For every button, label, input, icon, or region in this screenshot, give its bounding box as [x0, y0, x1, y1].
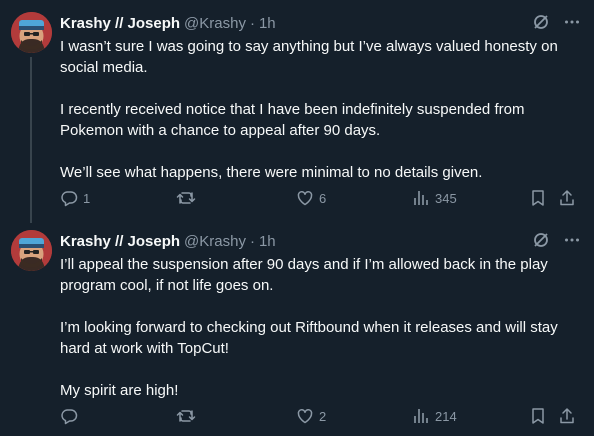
- header-icons: [532, 231, 580, 254]
- tweet-text: I wasn’t sure I was going to say anythin…: [60, 36, 580, 183]
- like-button[interactable]: 6: [296, 189, 326, 207]
- thread-connector-line: [30, 57, 32, 223]
- like-count: 6: [319, 190, 327, 206]
- tweet-paragraph: My spirit are high!: [60, 382, 179, 399]
- tweet-actions: 2 214: [60, 404, 580, 428]
- tweet-paragraph: I’m looking forward to checking out Rift…: [60, 319, 558, 357]
- tweet[interactable]: Krashy // Joseph @Krashy · 1h I wasn’t s…: [0, 0, 594, 223]
- share-button[interactable]: [558, 407, 576, 425]
- views-icon: [412, 189, 430, 207]
- avatar[interactable]: [11, 12, 52, 53]
- like-icon: [296, 189, 314, 207]
- reply-button[interactable]: 1: [60, 189, 90, 207]
- reply-icon: [60, 189, 78, 207]
- author-name[interactable]: Krashy // Joseph: [60, 15, 180, 32]
- author-handle[interactable]: @Krashy: [184, 233, 246, 250]
- tweet-header: Krashy // Joseph @Krashy · 1h: [60, 230, 580, 252]
- views-button[interactable]: 345: [412, 189, 457, 207]
- retweet-button[interactable]: [176, 189, 201, 207]
- tweet-header: Krashy // Joseph @Krashy · 1h: [60, 12, 580, 34]
- views-icon: [412, 407, 430, 425]
- like-icon: [296, 407, 314, 425]
- more-icon[interactable]: [564, 231, 580, 254]
- tweet-actions: 1 6 345: [60, 186, 580, 210]
- tweet-thread: Krashy // Joseph @Krashy · 1h I wasn’t s…: [0, 0, 594, 436]
- tweet-timestamp[interactable]: 1h: [259, 233, 276, 250]
- reply-button[interactable]: [60, 407, 83, 425]
- share-button[interactable]: [558, 189, 576, 207]
- header-icons: [532, 13, 580, 36]
- like-button[interactable]: 2: [296, 407, 326, 425]
- separator-dot: ·: [249, 232, 255, 250]
- share-icon: [558, 189, 576, 207]
- bookmark-icon: [530, 407, 546, 425]
- author-name[interactable]: Krashy // Joseph: [60, 233, 180, 250]
- author-handle[interactable]: @Krashy: [184, 15, 246, 32]
- tweet-paragraph: I wasn’t sure I was going to say anythin…: [60, 38, 558, 76]
- bookmark-button[interactable]: [530, 407, 546, 425]
- retweet-icon: [176, 407, 196, 425]
- grok-icon[interactable]: [532, 231, 550, 254]
- bookmark-icon: [530, 189, 546, 207]
- tweet-timestamp[interactable]: 1h: [259, 15, 276, 32]
- like-count: 2: [319, 408, 327, 424]
- tweet-paragraph: We’ll see what happens, there were minim…: [60, 164, 483, 181]
- bookmark-button[interactable]: [530, 189, 546, 207]
- tweet-paragraph: I recently received notice that I have b…: [60, 101, 525, 139]
- retweet-button[interactable]: [176, 407, 201, 425]
- reply-icon: [60, 407, 78, 425]
- views-button[interactable]: 214: [412, 407, 457, 425]
- tweet-text: I’ll appeal the suspension after 90 days…: [60, 254, 580, 401]
- tweet-paragraph: I’ll appeal the suspension after 90 days…: [60, 256, 548, 294]
- more-icon[interactable]: [564, 13, 580, 36]
- separator-dot: ·: [249, 14, 255, 32]
- share-icon: [558, 407, 576, 425]
- view-count: 345: [435, 190, 457, 206]
- avatar[interactable]: [11, 230, 52, 271]
- tweet[interactable]: Krashy // Joseph @Krashy · 1h I’ll appea…: [0, 218, 594, 436]
- grok-icon[interactable]: [532, 13, 550, 36]
- view-count: 214: [435, 408, 457, 424]
- reply-count: 1: [83, 190, 91, 206]
- retweet-icon: [176, 189, 196, 207]
